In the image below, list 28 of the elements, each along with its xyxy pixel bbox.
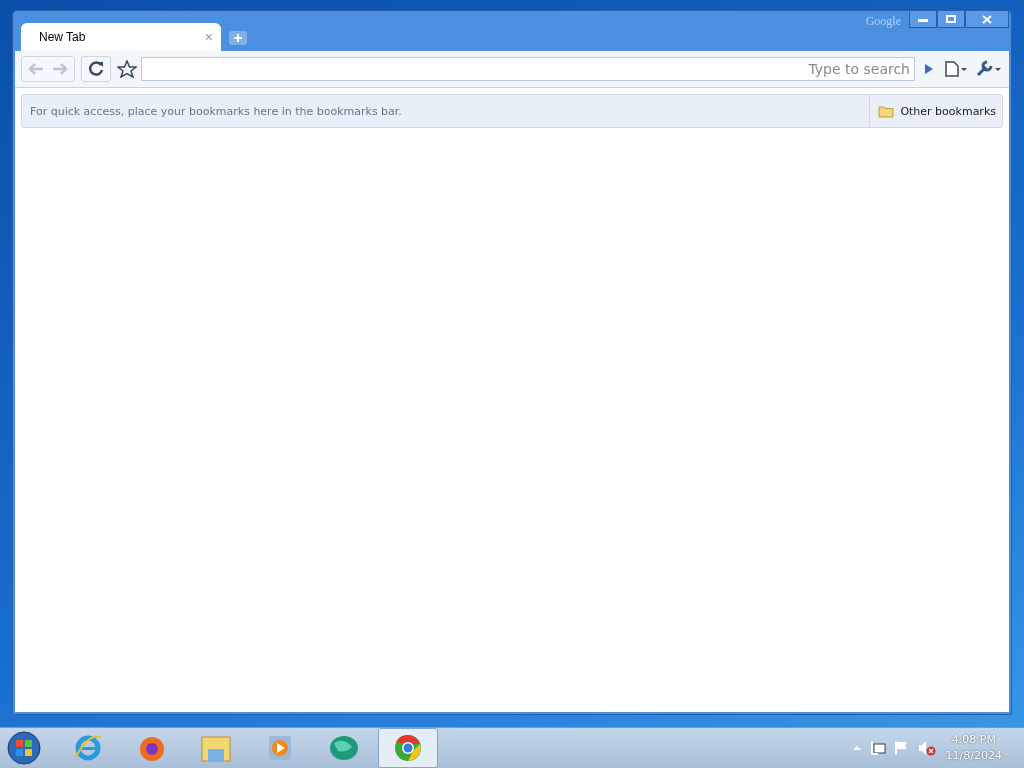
- taskbar-app-button[interactable]: [378, 728, 438, 768]
- page-menu-icon[interactable]: [943, 60, 969, 78]
- wrench-icon[interactable]: [975, 60, 1003, 78]
- address-field[interactable]: Type to search: [141, 57, 915, 81]
- brand-label: Google: [865, 14, 901, 29]
- clock-time: 4:08 PM: [951, 732, 996, 748]
- muted-speaker-icon[interactable]: [917, 740, 936, 756]
- close-icon: [982, 14, 992, 24]
- globe-icon: [328, 733, 360, 763]
- e-logo-icon: [73, 733, 103, 763]
- network-icon[interactable]: [869, 740, 886, 756]
- bookmarks-hint: For quick access, place your bookmarks here in the bookmarks bar.: [29, 104, 402, 118]
- reload-button[interactable]: [81, 56, 111, 82]
- new-tab-icon[interactable]: [229, 31, 247, 45]
- clock-date: 11/8/2024: [945, 748, 1002, 764]
- minimize-icon: [918, 16, 928, 22]
- play-icon: [267, 734, 293, 762]
- start-orb-icon[interactable]: [4, 729, 44, 767]
- folder-icon: [200, 733, 232, 763]
- close-button[interactable]: [965, 11, 1009, 28]
- chrome-logo-icon: [393, 733, 423, 763]
- other-bookmarks-button[interactable]: Other bookmarks: [869, 95, 1002, 127]
- minimize-button[interactable]: [909, 11, 937, 28]
- maximize-icon: [946, 15, 956, 23]
- folder-icon: [878, 104, 895, 118]
- browser-tab[interactable]: New Tab ×: [21, 23, 221, 51]
- star-icon[interactable]: [117, 60, 137, 78]
- maximize-button[interactable]: [937, 11, 965, 28]
